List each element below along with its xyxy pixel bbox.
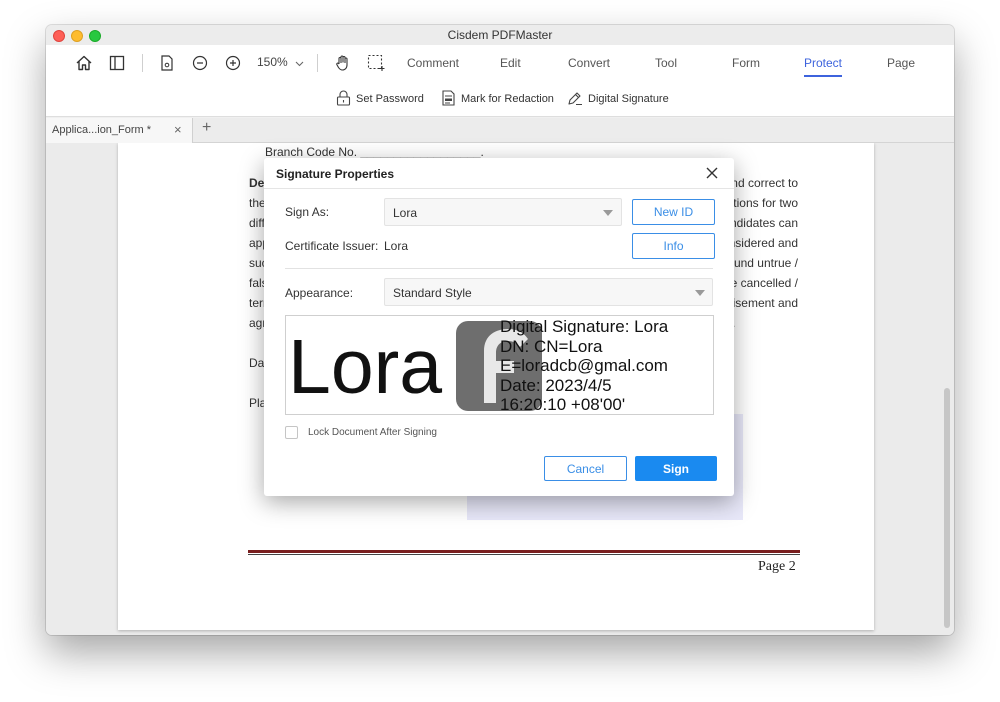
- page-text-fragment: ndidates can: [729, 216, 798, 230]
- zoom-level-select[interactable]: 150%: [257, 55, 304, 70]
- close-tab-icon[interactable]: ×: [174, 122, 182, 137]
- lock-document-checkbox[interactable]: [285, 426, 298, 439]
- digital-signature-label: Digital Signature: [588, 93, 669, 105]
- signature-preview: Lora Digital Signature: Lora DN: CN=Lora…: [285, 315, 714, 415]
- menu-comment[interactable]: Comment: [407, 56, 459, 70]
- mark-redaction-button[interactable]: Mark for Redaction: [441, 89, 554, 109]
- signature-preview-details: Digital Signature: Lora DN: CN=Lora E=lo…: [500, 317, 669, 414]
- hand-icon[interactable]: [333, 53, 353, 73]
- preview-line: Digital Signature: Lora: [500, 317, 669, 336]
- document-tab-bar: Applica...ion_Form * × +: [46, 118, 954, 143]
- preview-line: 16:20:10 +08'00': [500, 395, 626, 414]
- dropdown-caret-icon: [603, 210, 613, 216]
- set-password-label: Set Password: [356, 93, 424, 105]
- menu-tool[interactable]: Tool: [655, 56, 677, 70]
- home-icon[interactable]: [74, 53, 94, 73]
- page-text-fragment: De: [249, 176, 265, 190]
- dialog-title: Signature Properties: [276, 167, 395, 181]
- dialog-divider: [264, 188, 734, 189]
- toolbar-separator: [142, 54, 143, 72]
- signature-pen-icon: [567, 90, 588, 109]
- branch-code-line: Branch Code No. __________________.: [265, 145, 484, 159]
- page-number: Page 2: [758, 559, 796, 574]
- lock-icon: [336, 89, 356, 109]
- main-toolbar: 150% Comment Edit Convert Tool Form Prot…: [46, 45, 954, 81]
- active-tab-indicator: [804, 75, 842, 77]
- footer-rule: [248, 550, 800, 553]
- zoom-level: 150%: [257, 55, 288, 69]
- lock-document-label: Lock Document After Signing: [308, 427, 437, 438]
- zoom-in-icon[interactable]: [223, 53, 243, 73]
- set-password-button[interactable]: Set Password: [336, 89, 424, 109]
- page-text-fragment: nd correct to: [731, 176, 798, 190]
- new-id-button[interactable]: New ID: [632, 199, 715, 225]
- close-icon[interactable]: [705, 166, 719, 180]
- sign-button[interactable]: Sign: [635, 456, 717, 481]
- mark-redaction-label: Mark for Redaction: [461, 93, 554, 105]
- menu-edit[interactable]: Edit: [500, 56, 521, 70]
- document-tab[interactable]: Applica...ion_Form * ×: [46, 118, 193, 143]
- appearance-label: Appearance:: [285, 286, 354, 300]
- zoom-out-icon[interactable]: [190, 53, 210, 73]
- info-button[interactable]: Info: [632, 233, 715, 259]
- title-bar: Cisdem PDFMaster: [46, 25, 954, 45]
- appearance-value: Standard Style: [393, 286, 472, 300]
- select-icon[interactable]: [366, 53, 386, 73]
- appearance-select[interactable]: Standard Style: [384, 278, 713, 306]
- menu-convert[interactable]: Convert: [568, 56, 610, 70]
- preview-line: Date: 2023/4/5: [500, 375, 612, 395]
- signature-properties-dialog: Signature Properties Sign As: Lora New I…: [264, 158, 734, 496]
- protect-toolbar: Set Password Mark for Redaction Digital …: [46, 81, 954, 117]
- menu-page[interactable]: Page: [887, 56, 915, 70]
- page-text-fragment: isement and: [732, 296, 798, 310]
- footer-rule-thin: [248, 554, 800, 555]
- page-icon[interactable]: [157, 53, 177, 73]
- dialog-divider: [285, 268, 713, 269]
- redaction-icon: [441, 89, 461, 109]
- cancel-button[interactable]: Cancel: [544, 456, 627, 481]
- vertical-scrollbar[interactable]: [944, 388, 950, 628]
- sign-as-value: Lora: [393, 206, 418, 220]
- preview-line: DN: CN=Lora: [500, 336, 603, 356]
- page-text-fragment: tions for two: [733, 196, 798, 210]
- menu-protect[interactable]: Protect: [804, 56, 842, 70]
- page-text-fragment: e cancelled /: [730, 276, 798, 290]
- page-text-fragment: Da: [249, 356, 265, 370]
- certificate-issuer-value: Lora: [384, 239, 409, 253]
- page-text-fragment: diff: [249, 216, 265, 230]
- dropdown-caret-icon: [695, 290, 705, 296]
- chevron-down-icon: [295, 56, 304, 70]
- signature-preview-name: Lora: [288, 324, 443, 410]
- toolbar-separator: [317, 54, 318, 72]
- window-title: Cisdem PDFMaster: [447, 28, 553, 42]
- certificate-issuer-label: Certificate Issuer:: [285, 239, 379, 253]
- page-text-fragment: nsidered and: [728, 236, 798, 250]
- digital-signature-button[interactable]: Digital Signature: [567, 91, 669, 107]
- page-text-fragment: ound untrue /: [727, 256, 798, 270]
- preview-line: E=loradcb@gmal.com: [500, 356, 668, 375]
- menu-form[interactable]: Form: [732, 56, 760, 70]
- sign-as-select[interactable]: Lora: [384, 198, 622, 226]
- document-tab-label: Applica...ion_Form *: [52, 124, 152, 136]
- add-tab-button[interactable]: +: [202, 119, 211, 137]
- sign-as-label: Sign As:: [285, 205, 330, 219]
- sidebar-icon[interactable]: [107, 53, 127, 73]
